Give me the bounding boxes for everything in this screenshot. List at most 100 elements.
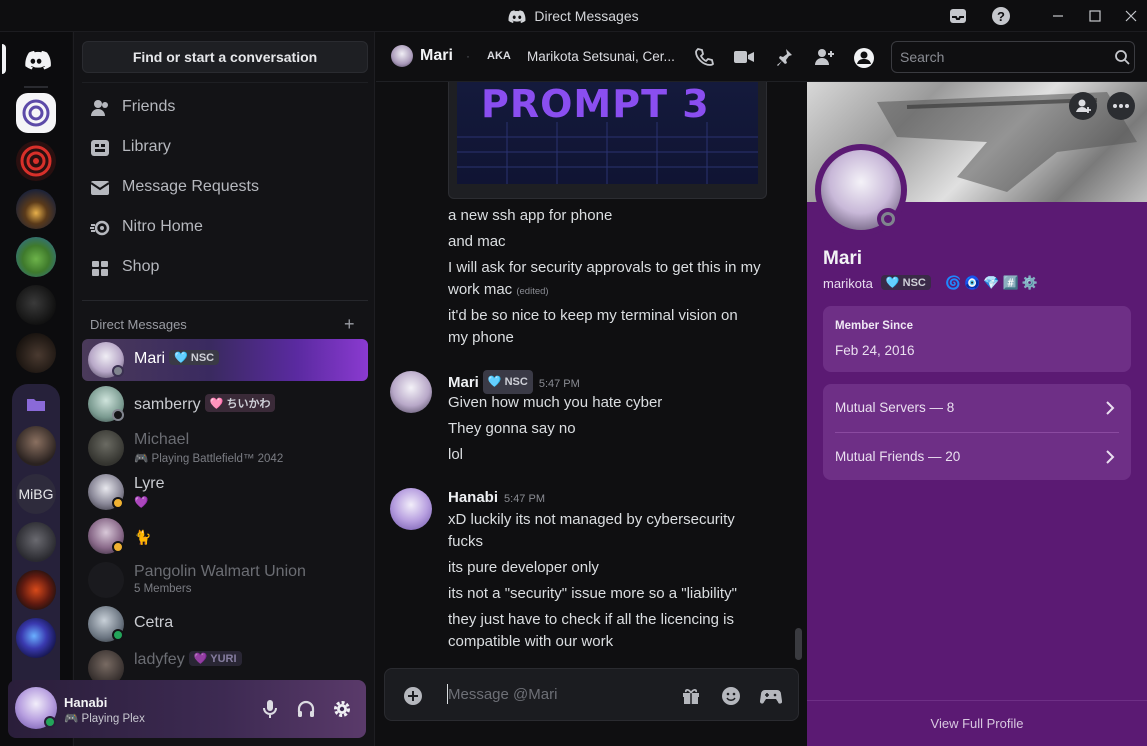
online-status-icon — [112, 629, 124, 641]
guild-tag: 🩵 NSC — [880, 275, 931, 290]
folder-icon — [26, 396, 46, 412]
dm-section-header: Direct Messages — [90, 317, 187, 332]
channel-name[interactable]: Mari — [420, 47, 453, 65]
add-friends-icon[interactable] — [814, 47, 836, 67]
server-icon[interactable] — [16, 333, 56, 373]
message-text: and mac — [448, 233, 506, 250]
gift-icon[interactable] — [681, 686, 701, 706]
home-button[interactable] — [16, 40, 56, 80]
embed-image[interactable]: PROMPT 3 — [457, 82, 758, 184]
embed-title-text: PROMPT 3 — [481, 82, 710, 126]
mail-icon — [90, 178, 110, 198]
game-controller-icon: 🎮 — [64, 713, 79, 725]
server-icon[interactable] — [16, 189, 56, 229]
server-icon[interactable] — [16, 522, 56, 562]
server-icon[interactable] — [16, 570, 56, 610]
find-conversation-button[interactable]: Find or start a conversation — [82, 41, 368, 73]
message-text: Given how much you hate cyber — [448, 394, 663, 411]
server-rail: MiBG — [0, 32, 72, 746]
view-full-profile-link[interactable]: View Full Profile — [807, 716, 1147, 731]
emoji-icon[interactable] — [721, 686, 741, 706]
close-icon[interactable] — [1121, 6, 1143, 28]
dm-custom-status: 💜 — [134, 497, 149, 509]
message-author[interactable]: Mari — [448, 374, 479, 391]
profile-display-name: Mari — [823, 248, 863, 269]
avatar[interactable] — [390, 488, 432, 530]
dm-name: Mari — [134, 350, 166, 367]
dm-item-michael[interactable]: Michael 🎮 Playing Battlefield™ 2042 — [82, 427, 368, 469]
dm-item-unnamed[interactable]: 🐈 — [82, 515, 368, 557]
server-icon[interactable] — [16, 618, 56, 658]
inbox-icon[interactable] — [948, 6, 970, 28]
server-folder[interactable]: MiBG — [12, 384, 60, 700]
offline-status-icon — [881, 212, 895, 226]
mutual-servers-row[interactable]: Mutual Servers — 8 — [823, 384, 1131, 432]
dm-item-samberry[interactable]: samberry 🩷 ちいかわ — [82, 383, 368, 425]
maximize-icon[interactable] — [1085, 6, 1107, 28]
guild-tag: 💜 YURI — [188, 651, 242, 666]
aka-value[interactable]: Marikota Setsunai, Cer... — [527, 49, 675, 64]
message-author[interactable]: Hanabi — [448, 489, 498, 506]
dm-item-group[interactable]: Pangolin Walmart Union 5 Members — [82, 559, 368, 601]
help-icon[interactable]: ? — [991, 6, 1013, 28]
dm-item-cetra[interactable]: Cetra — [82, 603, 368, 645]
offline-status-icon — [112, 365, 124, 377]
microphone-icon[interactable] — [260, 699, 280, 719]
server-icon[interactable] — [16, 426, 56, 466]
message-input[interactable]: Message @Mari — [448, 686, 557, 703]
embed-card[interactable]: PROMPT 3 — [448, 82, 767, 199]
dm-name: Pangolin Walmart Union — [134, 563, 306, 580]
server-icon[interactable] — [16, 237, 56, 277]
video-call-icon[interactable] — [733, 47, 755, 67]
add-friend-button[interactable] — [1069, 92, 1097, 120]
dm-item-mari[interactable]: Mari 🩵 NSC — [82, 339, 368, 381]
headphones-icon[interactable] — [296, 699, 316, 719]
search-icon — [1114, 49, 1130, 65]
search-input[interactable]: Search — [891, 41, 1135, 73]
friends-icon — [90, 98, 110, 118]
avatar — [88, 430, 124, 466]
message-text: they just have to check if all the licen… — [448, 611, 734, 650]
mutual-friends-label: Mutual Friends — 20 — [835, 449, 961, 464]
dm-item-lyre[interactable]: Lyre 💜 — [82, 471, 368, 513]
user-profile-panel: Mari marikota 🩵 NSC 🌀🧿💎#️⃣⚙️ Member Since… — [807, 82, 1147, 746]
avatar — [391, 45, 413, 67]
message-text: its not a "security" issue more so a "li… — [448, 585, 737, 602]
message-timestamp: 5:47 PM — [538, 378, 580, 390]
idle-status-icon — [112, 497, 124, 509]
idle-status-icon — [112, 541, 124, 553]
svg-text:?: ? — [997, 9, 1005, 24]
shop-icon — [90, 258, 110, 278]
server-icon[interactable] — [16, 93, 56, 133]
avatar[interactable] — [390, 371, 432, 413]
add-attachment-icon[interactable] — [403, 686, 423, 706]
voice-call-icon[interactable] — [694, 47, 714, 67]
server-icon[interactable] — [16, 285, 56, 325]
server-icon[interactable] — [16, 141, 56, 181]
chat-scrollbar-thumb[interactable] — [795, 628, 802, 660]
nav-nitro-home[interactable]: Nitro Home — [82, 210, 368, 246]
settings-gear-icon[interactable] — [332, 699, 352, 719]
message-text: They gonna say no — [448, 420, 576, 437]
chevron-right-icon — [1105, 400, 1115, 416]
library-icon — [90, 138, 110, 158]
mutual-servers-label: Mutual Servers — 8 — [835, 400, 955, 415]
nav-shop[interactable]: Shop — [82, 250, 368, 286]
dm-custom-status: 🐈 — [134, 529, 152, 545]
nav-library[interactable]: Library — [82, 130, 368, 166]
aka-label: AKA — [487, 50, 511, 62]
user-profile-toggle-icon[interactable] — [853, 47, 875, 69]
activities-gamepad-icon[interactable] — [760, 686, 782, 706]
minimize-icon[interactable] — [1048, 6, 1070, 28]
more-options-icon[interactable] — [1107, 92, 1135, 120]
profile-badges[interactable]: 🌀🧿💎#️⃣⚙️ — [945, 275, 1041, 291]
discord-home-icon — [25, 50, 51, 70]
nav-message-requests[interactable]: Message Requests — [82, 170, 368, 206]
nav-friends[interactable]: Friends — [82, 90, 368, 126]
server-mibg[interactable]: MiBG — [16, 474, 56, 514]
mutual-friends-row[interactable]: Mutual Friends — 20 — [823, 433, 1131, 480]
guild-tag: 🩵 NSC — [169, 350, 220, 365]
pin-icon[interactable] — [774, 47, 794, 67]
create-dm-plus-icon[interactable]: + — [344, 314, 355, 335]
member-since-label: Member Since — [835, 320, 913, 332]
